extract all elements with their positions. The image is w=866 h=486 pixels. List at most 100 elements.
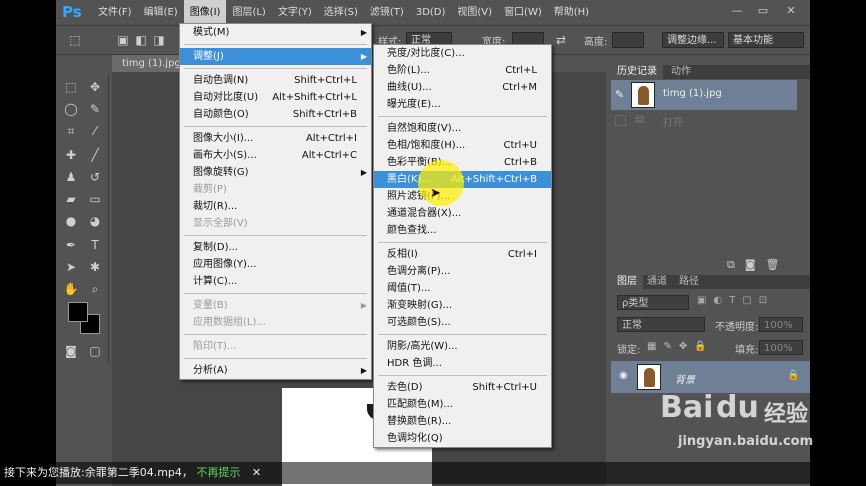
type-icon[interactable]: T	[84, 236, 106, 254]
gradient-icon[interactable]: ▭	[84, 190, 106, 208]
menu-item[interactable]: 图层(L)	[226, 0, 271, 25]
eraser-icon[interactable]: ▰	[60, 190, 82, 208]
shape-filter-icon[interactable]: ▢	[742, 295, 758, 306]
adjust-menu-item[interactable]: 匹配颜色(M)...	[374, 396, 551, 413]
image-menu-item[interactable]: 图像大小(I)... Alt+Ctrl+I	[180, 130, 371, 147]
lock-transparent-icon[interactable]: ▦	[647, 341, 663, 352]
adjust-menu-item[interactable]: 通道混合器(X)...	[374, 205, 551, 222]
caption-close-icon[interactable]: ✕	[252, 466, 261, 479]
blend-mode-select[interactable]: 正常	[617, 317, 705, 332]
hand-icon[interactable]: ✋	[60, 280, 82, 298]
adjust-menu-item[interactable]: 阈值(T)...	[374, 280, 551, 297]
refine-edge-button[interactable]: 调整边缘...	[662, 32, 724, 48]
adjust-menu-item[interactable]: HDR 色调...	[374, 355, 551, 372]
adjust-menu-item[interactable]: 颜色查找...	[374, 222, 551, 239]
image-menu-item[interactable]: 自动色调(N) Shift+Ctrl+L	[180, 72, 371, 89]
dodge-icon[interactable]: ◕	[84, 212, 106, 230]
adjust-menu-item[interactable]: 反相(I) Ctrl+I	[374, 246, 551, 263]
eye-icon[interactable]: ◉	[619, 370, 628, 381]
tab-layers[interactable]: 图层	[611, 275, 643, 289]
image-menu-item[interactable]: 计算(C)...	[180, 273, 371, 290]
image-menu-item[interactable]: 画布大小(S)... Alt+Ctrl+C	[180, 147, 371, 164]
image-menu-item[interactable]: 自动对比度(U) Alt+Shift+Ctrl+L	[180, 89, 371, 106]
path-select-icon[interactable]: ➤	[60, 258, 82, 276]
foreground-color-swatch[interactable]	[68, 302, 88, 322]
image-menu-item[interactable]: 模式(M) ▶	[180, 24, 371, 41]
opacity-input[interactable]: 100%	[759, 317, 803, 332]
screen-mode-icon[interactable]: ▢	[84, 342, 106, 360]
smart-filter-icon[interactable]: ⊡	[759, 295, 774, 306]
adjust-menu-item[interactable]: 色相/饱和度(H)... Ctrl+U	[374, 137, 551, 154]
adjust-menu-item[interactable]: 曲线(U)... Ctrl+M	[374, 79, 551, 96]
image-menu-item[interactable]: 自动颜色(O) Shift+Ctrl+B	[180, 106, 371, 123]
stamp-icon[interactable]: ♟	[60, 168, 82, 186]
crop-icon[interactable]: ⌗	[60, 122, 82, 140]
menu-item[interactable]: 滤镜(T)	[364, 0, 410, 25]
height-input[interactable]	[612, 32, 644, 48]
healing-icon[interactable]: ✚	[60, 146, 82, 164]
tab-actions[interactable]: 动作	[665, 65, 697, 79]
camera-icon[interactable]: ◙	[745, 258, 766, 271]
adjust-menu-item[interactable]: 色彩平衡(B)... Ctrl+B	[374, 154, 551, 171]
caption-dismiss-link[interactable]: 不再提示	[196, 466, 240, 479]
menu-item[interactable]: 选择(S)	[318, 0, 364, 25]
history-brush-icon[interactable]: ↺	[84, 168, 106, 186]
trash-icon[interactable]: 🗑	[766, 258, 790, 271]
menu-item[interactable]: 编辑(E)	[138, 0, 184, 25]
image-menu-item[interactable]: 分析(A) ▶	[180, 362, 371, 379]
type-filter-icon[interactable]: T	[729, 295, 742, 306]
minimize-icon[interactable]: —	[726, 2, 748, 20]
fill-input[interactable]: 100%	[759, 340, 803, 355]
adjust-menu-item[interactable]: 色调均化(Q)	[374, 430, 551, 447]
eyedropper-icon[interactable]: ⁄	[84, 122, 106, 140]
adjust-filter-icon[interactable]: ◐	[713, 295, 729, 306]
tab-channels[interactable]: 通道	[641, 275, 673, 289]
adjust-menu-item[interactable]: 色阶(L)... Ctrl+L	[374, 62, 551, 79]
restore-icon[interactable]: ▭	[752, 2, 774, 20]
subtract-selection-icon[interactable]: ◨	[148, 31, 170, 49]
layer-filter-select[interactable]: ρ类型	[617, 295, 689, 310]
tab-paths[interactable]: 路径	[673, 275, 705, 289]
brush-icon[interactable]: ╱	[84, 146, 106, 164]
menu-item[interactable]: 图像(I)	[183, 0, 227, 25]
lock-paint-icon[interactable]: ✎	[663, 341, 678, 352]
blur-icon[interactable]: ●	[60, 212, 82, 230]
adjust-menu-item[interactable]: 可选颜色(S)...	[374, 314, 551, 331]
tab-history[interactable]: 历史记录	[611, 65, 663, 79]
image-menu-item[interactable]: 复制(D)...	[180, 239, 371, 256]
lasso-icon[interactable]: ◯	[60, 100, 82, 118]
move-icon[interactable]: ✥	[84, 78, 106, 96]
workspace-select[interactable]: 基本功能	[728, 32, 804, 48]
adjust-menu-item[interactable]: 亮度/对比度(C)...	[374, 45, 551, 62]
image-menu-item[interactable]: 裁切(R)...	[180, 198, 371, 215]
lock-move-icon[interactable]: ✥	[679, 341, 694, 352]
image-menu-item[interactable]: 图像旋转(G) ▶	[180, 164, 371, 181]
adjust-menu-item[interactable]: 替换颜色(R)...	[374, 413, 551, 430]
quick-select-icon[interactable]: ✎	[84, 100, 106, 118]
adjust-menu-item[interactable]: 曝光度(E)...	[374, 96, 551, 113]
history-snapshot-row[interactable]: ✎ timg (1).jpg	[611, 80, 797, 110]
close-icon[interactable]: ✕	[780, 2, 802, 20]
menu-item[interactable]: 文件(F)	[92, 0, 138, 25]
adjust-menu-item[interactable]: 去色(D) Shift+Ctrl+U	[374, 379, 551, 396]
adjust-menu-item[interactable]: 色调分离(P)...	[374, 263, 551, 280]
image-menu-item[interactable]: 调整(J) ▶	[180, 48, 371, 65]
menu-item[interactable]: 帮助(H)	[548, 0, 595, 25]
rect-marquee-icon[interactable]: ⬚	[60, 78, 82, 96]
adjust-menu-item[interactable]: 自然饱和度(V)...	[374, 120, 551, 137]
marquee-preset-icon[interactable]: ⬚	[64, 31, 86, 49]
quick-mask-icon[interactable]: ◙	[60, 342, 82, 360]
pen-icon[interactable]: ✒	[60, 236, 82, 254]
menu-item[interactable]: 窗口(W)	[498, 0, 548, 25]
pixel-filter-icon[interactable]: ▣	[697, 295, 713, 306]
shape-icon[interactable]: ✱	[84, 258, 106, 276]
adjust-menu-item[interactable]: 渐变映射(G)...	[374, 297, 551, 314]
swap-icon[interactable]: ⇄	[550, 31, 572, 49]
image-menu-item[interactable]: 应用图像(Y)...	[180, 256, 371, 273]
layer-name[interactable]: 背景	[675, 371, 695, 386]
zoom-icon[interactable]: ⌕	[84, 280, 106, 298]
menu-item[interactable]: 视图(V)	[451, 0, 498, 25]
history-brush-source-icon[interactable]: ✎	[615, 88, 624, 101]
menu-item[interactable]: 文字(Y)	[272, 0, 318, 25]
adjust-menu-item[interactable]: 阴影/高光(W)...	[374, 338, 551, 355]
